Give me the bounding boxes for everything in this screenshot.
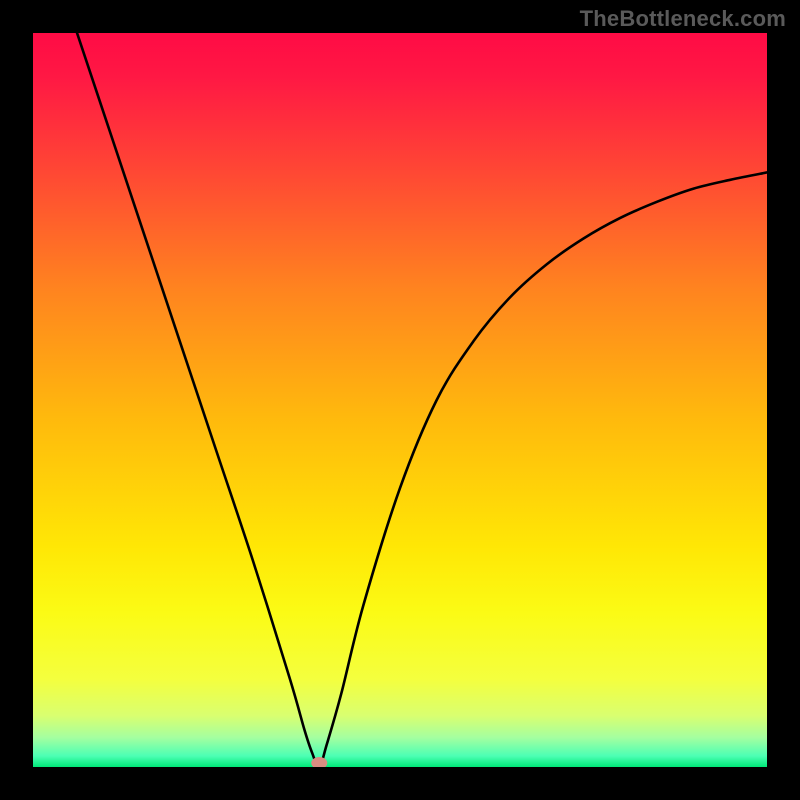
bottleneck-chart	[33, 33, 767, 767]
watermark-text: TheBottleneck.com	[580, 6, 786, 32]
chart-background	[33, 33, 767, 767]
chart-frame	[33, 33, 767, 767]
